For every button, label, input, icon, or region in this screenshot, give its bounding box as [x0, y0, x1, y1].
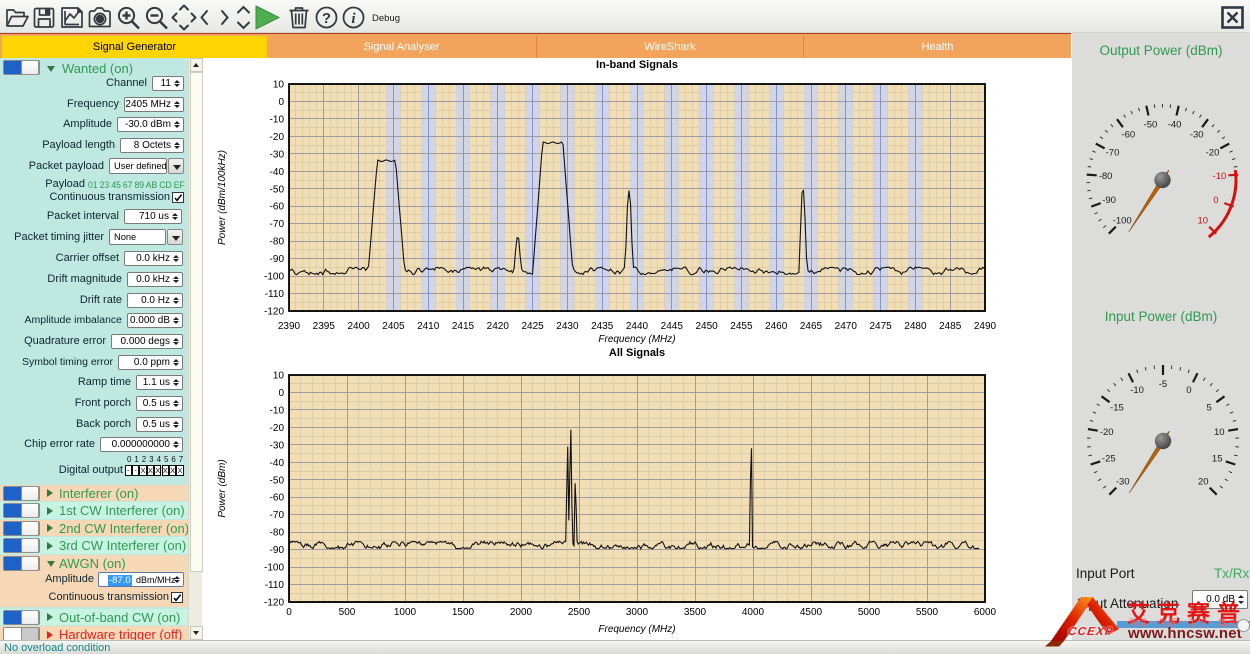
svg-text:-90: -90 [270, 545, 285, 556]
svg-text:Input Power (dBm): Input Power (dBm) [1105, 309, 1218, 324]
svg-text:-10: -10 [270, 405, 285, 416]
svg-text:2400: 2400 [347, 321, 370, 332]
svg-text:500: 500 [339, 607, 356, 618]
svg-text:2455: 2455 [730, 321, 753, 332]
svg-text:2450: 2450 [695, 321, 718, 332]
svg-text:5: 5 [1206, 403, 1211, 414]
svg-text:-5: -5 [1159, 379, 1167, 390]
svg-text:0: 0 [278, 97, 284, 108]
svg-text:2485: 2485 [939, 321, 962, 332]
svg-text:2390: 2390 [278, 321, 301, 332]
svg-text:1000: 1000 [394, 607, 417, 618]
svg-text:20: 20 [1198, 476, 1209, 487]
svg-text:2490: 2490 [974, 321, 997, 332]
svg-text:-80: -80 [1099, 171, 1113, 182]
svg-text:0: 0 [1213, 195, 1218, 206]
svg-text:10: 10 [273, 371, 285, 382]
svg-text:2460: 2460 [765, 321, 788, 332]
svg-text:10: 10 [1198, 215, 1209, 226]
svg-text:-10: -10 [270, 114, 285, 125]
svg-text:All Signals: All Signals [609, 347, 665, 359]
svg-text:-30: -30 [1190, 129, 1204, 140]
svg-text:-100: -100 [264, 272, 284, 283]
svg-text:?: ? [322, 10, 331, 27]
svg-text:-30: -30 [270, 149, 285, 160]
svg-text:Frequency (MHz): Frequency (MHz) [598, 334, 675, 345]
svg-text:5000: 5000 [858, 607, 881, 618]
svg-text:-50: -50 [1144, 119, 1158, 130]
svg-text:Debug: Debug [372, 13, 400, 24]
svg-text:-40: -40 [270, 458, 285, 469]
svg-text:2425: 2425 [521, 321, 544, 332]
svg-text:-10: -10 [1130, 385, 1144, 396]
svg-text:2435: 2435 [591, 321, 614, 332]
svg-text:-70: -70 [1106, 148, 1120, 159]
svg-text:-20: -20 [1206, 148, 1220, 159]
svg-text:5500: 5500 [916, 607, 939, 618]
svg-text:-10: -10 [1213, 171, 1227, 182]
svg-text:2000: 2000 [510, 607, 533, 618]
svg-text:2440: 2440 [626, 321, 649, 332]
svg-text:In-band Signals: In-band Signals [596, 59, 678, 71]
svg-text:-80: -80 [270, 237, 285, 248]
svg-text:2445: 2445 [661, 321, 684, 332]
svg-text:-70: -70 [270, 510, 285, 521]
svg-text:-60: -60 [1121, 129, 1135, 140]
svg-text:-100: -100 [1113, 215, 1132, 226]
svg-text:Frequency (MHz): Frequency (MHz) [598, 624, 675, 635]
svg-text:2480: 2480 [904, 321, 927, 332]
svg-text:0: 0 [286, 607, 292, 618]
svg-text:-25: -25 [1102, 454, 1116, 465]
svg-text:-30: -30 [270, 440, 285, 451]
svg-text:2395: 2395 [313, 321, 336, 332]
svg-text:10: 10 [273, 80, 285, 91]
svg-text:2420: 2420 [487, 321, 510, 332]
svg-text:-60: -60 [270, 493, 285, 504]
svg-text:2405: 2405 [382, 321, 405, 332]
svg-text:-20: -20 [270, 423, 285, 434]
svg-text:Output Power (dBm): Output Power (dBm) [1099, 43, 1222, 58]
svg-text:4000: 4000 [742, 607, 765, 618]
svg-text:-20: -20 [270, 132, 285, 143]
svg-text:-20: -20 [1100, 427, 1114, 438]
svg-text:-15: -15 [1110, 403, 1124, 414]
svg-text:-90: -90 [1102, 195, 1116, 206]
svg-text:2475: 2475 [869, 321, 892, 332]
svg-text:-110: -110 [265, 580, 285, 591]
svg-text:Power (dBm): Power (dBm) [217, 459, 228, 517]
svg-text:2410: 2410 [417, 321, 440, 332]
svg-text:-40: -40 [270, 167, 285, 178]
svg-text:3500: 3500 [684, 607, 707, 618]
svg-text:15: 15 [1212, 454, 1223, 465]
svg-text:0: 0 [278, 388, 284, 399]
svg-text:-50: -50 [270, 475, 285, 486]
svg-text:2470: 2470 [835, 321, 858, 332]
svg-text:2415: 2415 [452, 321, 475, 332]
svg-text:-70: -70 [270, 219, 285, 230]
svg-text:i: i [351, 11, 356, 27]
svg-text:0: 0 [1186, 385, 1191, 396]
svg-text:-110: -110 [265, 289, 285, 300]
svg-text:-50: -50 [270, 184, 285, 195]
svg-text:1500: 1500 [452, 607, 475, 618]
svg-text:2500: 2500 [568, 607, 591, 618]
svg-text:-90: -90 [270, 254, 285, 265]
svg-text:-120: -120 [264, 307, 284, 318]
svg-text:-30: -30 [1116, 476, 1130, 487]
svg-text:-60: -60 [270, 202, 285, 213]
svg-text:-40: -40 [1168, 119, 1182, 130]
svg-text:-100: -100 [264, 563, 284, 574]
svg-text:4500: 4500 [800, 607, 823, 618]
svg-text:2465: 2465 [800, 321, 823, 332]
svg-text:10: 10 [1214, 427, 1225, 438]
svg-text:Power (dBm/100kHz): Power (dBm/100kHz) [217, 150, 228, 245]
svg-text:2430: 2430 [556, 321, 579, 332]
svg-text:6000: 6000 [974, 607, 997, 618]
svg-text:-120: -120 [264, 598, 284, 609]
svg-text:3000: 3000 [626, 607, 649, 618]
svg-text:-80: -80 [270, 528, 285, 539]
